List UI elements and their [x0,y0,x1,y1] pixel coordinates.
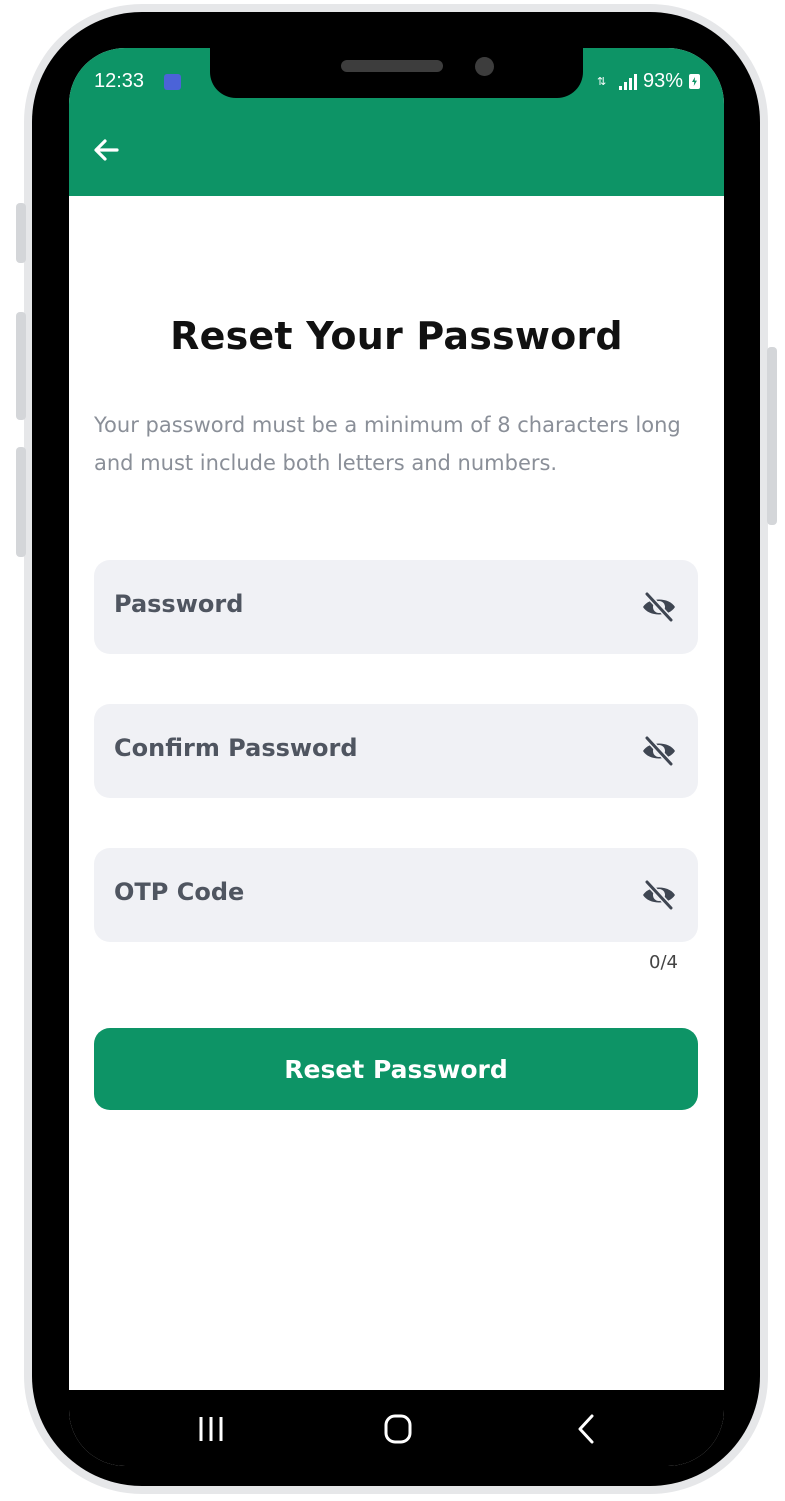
eye-off-icon[interactable] [640,734,678,768]
recent-apps-icon[interactable] [181,1404,241,1454]
screen: 12:33 ⇅ 93% Reset Your Password Your pas… [69,48,724,1466]
camera-icon [475,57,494,76]
confirm-password-placeholder: Confirm Password [114,734,358,762]
reset-password-label: Reset Password [284,1054,508,1084]
home-icon[interactable] [367,1404,427,1454]
notch [210,48,583,98]
eye-off-icon[interactable] [640,878,678,912]
battery-charging-icon [689,74,700,89]
reset-password-button[interactable]: Reset Password [94,1028,698,1110]
phone-side-button [767,347,777,525]
signal-icon [618,73,637,90]
phone-side-button [16,447,26,557]
page-description: Your password must be a minimum of 8 cha… [94,413,681,475]
notification-square-icon [164,74,181,90]
eye-off-icon[interactable] [640,590,678,624]
data-transfer-icon: ⇅ [596,75,607,88]
status-bar: 12:33 ⇅ 93% [69,48,724,110]
password-field[interactable]: Password [94,560,698,654]
page-title: Reset Your Password [170,314,623,358]
phone-side-button [16,312,26,420]
otp-character-counter: 0/4 [649,952,678,973]
otp-placeholder: OTP Code [114,878,245,906]
password-placeholder: Password [114,590,244,618]
app-bar [69,110,724,196]
status-right-group: ⇅ 93% [597,70,700,93]
system-nav-bar [69,1390,724,1466]
back-arrow-icon[interactable] [87,130,127,170]
battery-percent: 93% [642,70,683,92]
reset-form: Reset Your Password Your password must b… [69,196,724,1390]
speaker [341,60,443,72]
confirm-password-field[interactable]: Confirm Password [94,704,698,798]
status-time: 12:33 [94,70,145,92]
phone-side-button [16,203,26,263]
otp-field[interactable]: OTP Code [94,848,698,942]
back-icon[interactable] [557,1404,617,1454]
